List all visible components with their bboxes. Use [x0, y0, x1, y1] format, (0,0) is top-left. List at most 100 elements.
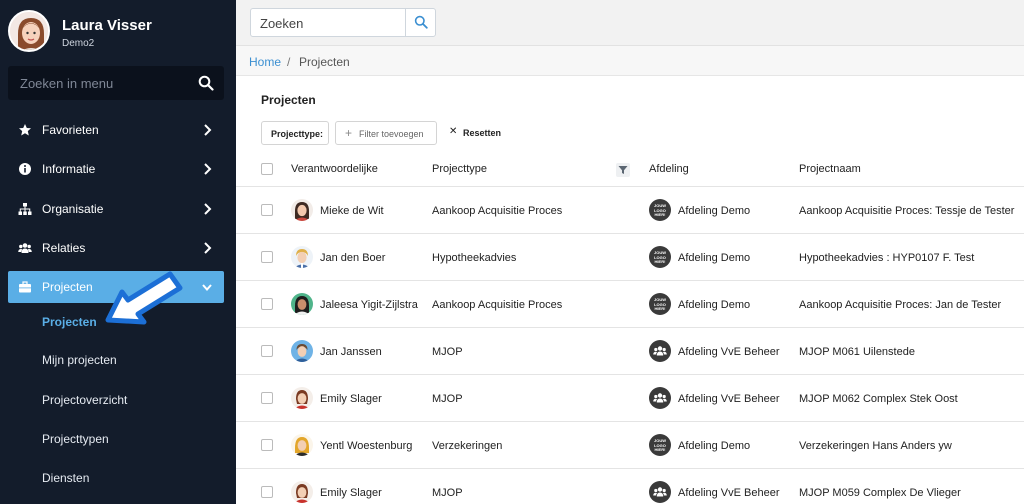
- chevron-right-icon: [204, 203, 212, 215]
- projecttype-filter-chip[interactable]: Projecttype:: [261, 121, 329, 145]
- person-avatar: [291, 481, 313, 503]
- submenu-item-mijn-projecten[interactable]: Mijn projecten: [42, 353, 117, 367]
- menu-item-label: Projecten: [42, 280, 93, 294]
- table-row[interactable]: Yentl Woestenburg Verzekeringen JOUW LOG…: [236, 422, 1024, 469]
- chevron-down-icon: [202, 284, 212, 292]
- menu-item-organisatie[interactable]: Organisatie: [8, 193, 224, 225]
- cell-project[interactable]: MJOP M062 Complex Stek Oost: [799, 393, 958, 405]
- table-row[interactable]: Emily Slager MJOP Afdeling VvE Beheer MJ…: [236, 469, 1024, 504]
- cell-project[interactable]: Verzekeringen Hans Anders yw: [799, 440, 952, 452]
- cell-project[interactable]: Aankoop Acquisitie Proces: Tessje de Tes…: [799, 205, 1014, 217]
- group-icon: [649, 387, 671, 409]
- row-checkbox[interactable]: [261, 345, 273, 357]
- submenu-item-projectoverzicht[interactable]: Projectoverzicht: [42, 393, 127, 407]
- cell-type: Aankoop Acquisitie Proces: [432, 205, 563, 217]
- row-checkbox[interactable]: [261, 204, 273, 216]
- chevron-right-icon: [204, 163, 212, 175]
- reset-filters-button[interactable]: ✕ Resetten: [445, 121, 505, 145]
- chevron-right-icon: [204, 124, 212, 136]
- row-checkbox[interactable]: [261, 486, 273, 498]
- submenu-item-projecten[interactable]: Projecten: [42, 315, 97, 329]
- cell-department: Afdeling Demo: [678, 440, 751, 452]
- menu-item-label: Favorieten: [42, 123, 99, 137]
- department-logo-icon: JOUW LOGO HIER!: [649, 293, 671, 315]
- global-search-placeholder: Zoeken: [260, 16, 304, 31]
- global-search-input[interactable]: Zoeken: [250, 8, 436, 37]
- cell-type: Aankoop Acquisitie Proces: [432, 299, 563, 311]
- group-icon: [649, 481, 671, 503]
- cell-project[interactable]: MJOP M059 Complex De Vlieger: [799, 487, 961, 499]
- row-checkbox[interactable]: [261, 251, 273, 263]
- person-avatar: [291, 199, 313, 221]
- cell-department: Afdeling Demo: [678, 205, 751, 217]
- close-icon: ✕: [449, 126, 458, 137]
- table-row[interactable]: Jan den Boer Hypotheekadvies JOUW LOGO H…: [236, 234, 1024, 281]
- cell-project[interactable]: Aankoop Acquisitie Proces: Jan de Tester: [799, 299, 1001, 311]
- submenu-item-projecttypen[interactable]: Projecttypen: [42, 432, 109, 446]
- menu-item-favorieten[interactable]: Favorieten: [8, 114, 224, 146]
- global-search-button[interactable]: [405, 9, 435, 36]
- top-bar: Zoeken: [236, 0, 1024, 46]
- cell-responsible: Jan Janssen: [320, 346, 382, 358]
- column-header-type[interactable]: Projecttype: [432, 163, 487, 175]
- user-avatar[interactable]: [8, 10, 50, 52]
- user-subtitle: Demo2: [62, 38, 95, 49]
- cell-department: Afdeling VvE Beheer: [678, 346, 780, 358]
- breadcrumb-home-link[interactable]: Home: [249, 55, 281, 69]
- cell-project[interactable]: Hypotheekadvies : HYP0107 F. Test: [799, 252, 974, 264]
- person-avatar: [291, 246, 313, 268]
- cell-type: Verzekeringen: [432, 440, 503, 452]
- person-avatar: [291, 387, 313, 409]
- table-row[interactable]: Jaleesa Yigit-Zijlstra Aankoop Acquisiti…: [236, 281, 1024, 328]
- table-row[interactable]: Mieke de Wit Aankoop Acquisitie Proces J…: [236, 187, 1024, 234]
- briefcase-icon: [19, 281, 31, 293]
- department-logo-icon: JOUW LOGO HIER!: [649, 199, 671, 221]
- sitemap-icon: [18, 203, 32, 215]
- cell-responsible: Mieke de Wit: [320, 205, 384, 217]
- breadcrumb: Home / Projecten: [236, 46, 1024, 76]
- info-icon: [19, 163, 31, 175]
- cell-responsible: Yentl Woestenburg: [320, 440, 413, 452]
- table-row[interactable]: Jan Janssen MJOP Afdeling VvE Beheer MJO…: [236, 328, 1024, 375]
- cell-department: Afdeling VvE Beheer: [678, 487, 780, 499]
- reset-label: Resetten: [463, 128, 502, 138]
- column-header-department[interactable]: Afdeling: [649, 163, 689, 175]
- group-icon: [649, 340, 671, 362]
- submenu-item-diensten[interactable]: Diensten: [42, 471, 89, 485]
- star-icon: [19, 124, 31, 136]
- profile-header[interactable]: Laura Visser Demo2: [0, 0, 236, 62]
- menu-item-label: Organisatie: [42, 202, 104, 216]
- row-checkbox[interactable]: [261, 298, 273, 310]
- search-icon: [414, 15, 428, 29]
- row-checkbox[interactable]: [261, 392, 273, 404]
- breadcrumb-current: Projecten: [299, 55, 350, 69]
- menu-search-input[interactable]: Zoeken in menu: [8, 66, 224, 100]
- column-header-project[interactable]: Projectnaam: [799, 163, 861, 175]
- cell-type: Hypotheekadvies: [432, 252, 517, 264]
- cell-type: MJOP: [432, 487, 463, 499]
- filter-icon[interactable]: [616, 163, 630, 177]
- breadcrumb-separator: /: [287, 55, 291, 69]
- department-logo-icon: JOUW LOGO HIER!: [649, 434, 671, 456]
- cell-department: Afdeling Demo: [678, 299, 751, 311]
- row-checkbox[interactable]: [261, 439, 273, 451]
- table-row[interactable]: Emily Slager MJOP Afdeling VvE Beheer MJ…: [236, 375, 1024, 422]
- person-avatar: [291, 293, 313, 315]
- cell-project[interactable]: MJOP M061 Uilenstede: [799, 346, 915, 358]
- cell-responsible: Emily Slager: [320, 487, 382, 499]
- search-icon[interactable]: [198, 75, 214, 91]
- department-logo-icon: JOUW LOGO HIER!: [649, 246, 671, 268]
- person-avatar: [291, 340, 313, 362]
- sidebar: Laura Visser Demo2 Zoeken in menu Favori…: [0, 0, 236, 504]
- column-header-responsible[interactable]: Verantwoordelijke: [291, 163, 378, 175]
- menu-item-relaties[interactable]: Relaties: [8, 232, 224, 264]
- add-filter-label: Filter toevoegen: [359, 129, 424, 139]
- person-avatar: [291, 434, 313, 456]
- pointer-arrow-icon: [105, 271, 183, 325]
- add-filter-button[interactable]: + Filter toevoegen: [335, 121, 437, 145]
- cell-responsible: Jan den Boer: [320, 252, 386, 264]
- cell-type: MJOP: [432, 346, 463, 358]
- menu-item-informatie[interactable]: Informatie: [8, 153, 224, 185]
- select-all-checkbox[interactable]: [261, 163, 273, 175]
- cell-department: Afdeling Demo: [678, 252, 751, 264]
